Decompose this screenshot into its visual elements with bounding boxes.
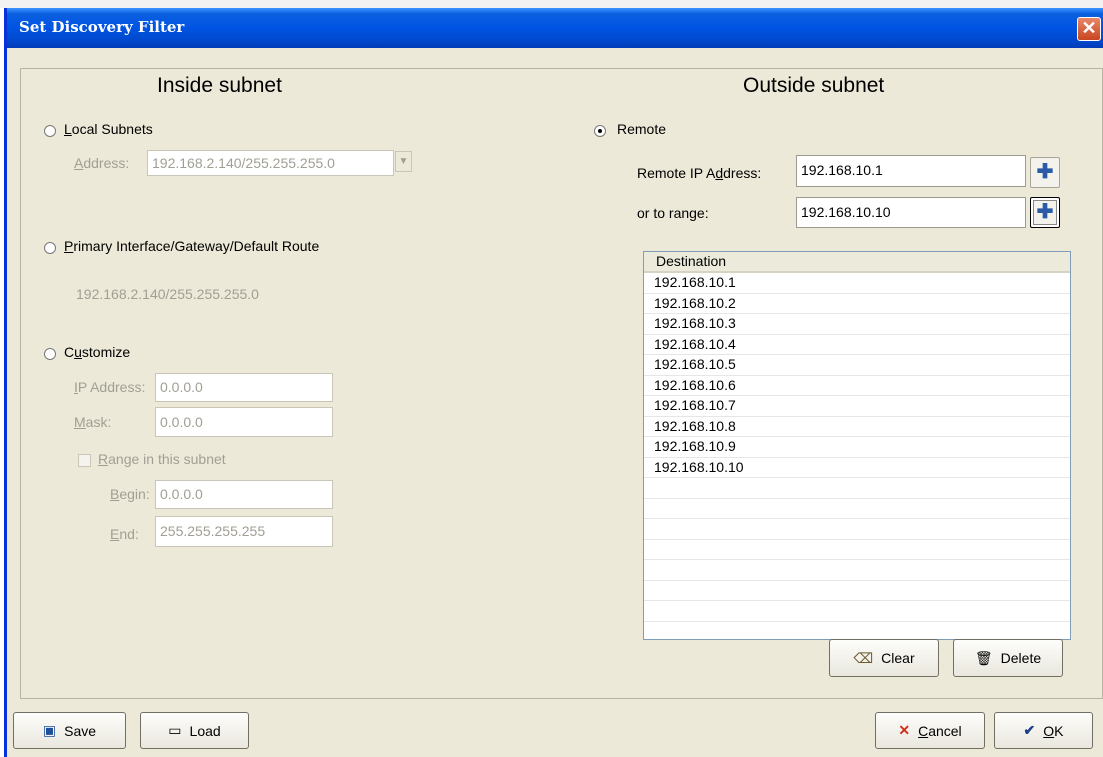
list-item[interactable]: [644, 519, 1070, 540]
destination-list[interactable]: Destination 192.168.10.1 192.168.10.2 192.…: [643, 251, 1071, 640]
ok-label: OK: [1043, 722, 1064, 739]
range-value: 192.168.10.10: [801, 204, 891, 220]
primary-interface-info: 192.168.2.140/255.255.255.0: [76, 286, 259, 302]
range-in-subnet-checkbox[interactable]: [78, 454, 91, 467]
address-select-value: 192.168.2.140/255.255.255.0: [152, 155, 335, 171]
begin-field[interactable]: 0.0.0.0: [155, 480, 333, 509]
range-field[interactable]: 192.168.10.10: [796, 197, 1026, 228]
remote-ip-label: Remote IP Address:: [637, 165, 762, 181]
mask-field[interactable]: 0.0.0.0: [155, 407, 333, 437]
floppy-disk-icon: ▣: [42, 722, 57, 738]
primary-interface-radio[interactable]: [44, 242, 56, 254]
destination-rows: 192.168.10.1 192.168.10.2 192.168.10.3 192.…: [644, 273, 1070, 640]
trash-icon: 🗑: [974, 649, 993, 666]
remote-radio[interactable]: [594, 125, 606, 137]
delete-label: Delete: [1000, 650, 1042, 666]
window-title: Set Discovery Filter: [19, 18, 185, 36]
cancel-label: Cancel: [918, 722, 962, 739]
save-button[interactable]: ▣ Save: [13, 712, 126, 749]
list-item[interactable]: 192.168.10.6: [644, 376, 1070, 396]
ip-address-label: IP Address:: [74, 379, 146, 395]
list-item[interactable]: [644, 601, 1070, 622]
inside-subnet-heading: Inside subnet: [157, 74, 282, 97]
list-item[interactable]: [644, 560, 1070, 581]
cross-icon: ✕: [898, 722, 911, 738]
ip-address-field[interactable]: 0.0.0.0: [155, 373, 333, 402]
dialog-window: Set Discovery Filter ✕ Inside subnet Loc…: [4, 8, 1103, 757]
add-ip-button[interactable]: ✚: [1030, 157, 1060, 188]
clear-button[interactable]: ⌫ Clear: [829, 639, 939, 677]
remote-label[interactable]: Remote: [617, 121, 666, 137]
plus-icon: ✚: [1036, 201, 1054, 223]
load-button[interactable]: ▭ Load: [140, 712, 249, 749]
close-button[interactable]: ✕: [1077, 17, 1101, 41]
primary-interface-label[interactable]: Primary Interface/Gateway/Default Route: [64, 238, 319, 254]
list-item[interactable]: 192.168.10.10: [644, 458, 1070, 478]
remote-ip-field[interactable]: 192.168.10.1: [796, 155, 1026, 187]
mask-label: Mask:: [74, 414, 112, 430]
delete-button[interactable]: 🗑 Delete: [953, 639, 1063, 677]
mask-value: 0.0.0.0: [160, 414, 203, 430]
add-range-button[interactable]: ✚: [1030, 197, 1060, 228]
list-item[interactable]: 192.168.10.3: [644, 314, 1070, 335]
ok-button[interactable]: ✔ OK: [994, 712, 1093, 749]
list-item[interactable]: 192.168.10.9: [644, 437, 1070, 458]
remote-ip-value: 192.168.10.1: [801, 162, 883, 178]
list-item[interactable]: 192.168.10.2: [644, 294, 1070, 314]
end-field[interactable]: 255.255.255.255: [155, 516, 333, 547]
local-subnets-radio[interactable]: [44, 125, 56, 137]
range-in-subnet-label[interactable]: Range in this subnet: [98, 451, 226, 467]
outside-subnet-heading: Outside subnet: [743, 74, 885, 97]
clear-label: Clear: [881, 650, 915, 666]
load-label: Load: [189, 722, 221, 739]
plus-icon: ✚: [1036, 161, 1054, 183]
list-item[interactable]: 192.168.10.8: [644, 417, 1070, 437]
list-item[interactable]: 192.168.10.4: [644, 335, 1070, 355]
local-subnets-label[interactable]: Local Subnets: [64, 121, 153, 137]
list-item[interactable]: [644, 499, 1070, 519]
ip-address-value: 0.0.0.0: [160, 379, 203, 395]
list-item[interactable]: [644, 622, 1070, 640]
list-item[interactable]: [644, 540, 1070, 560]
close-icon: ✕: [1081, 18, 1097, 38]
broom-icon: ⌫: [853, 649, 874, 666]
destination-column-header[interactable]: Destination: [644, 252, 1070, 273]
list-item[interactable]: 192.168.10.5: [644, 355, 1070, 376]
background-strip: [0, 0, 1103, 8]
list-item[interactable]: 192.168.10.7: [644, 396, 1070, 417]
list-item[interactable]: [644, 478, 1070, 499]
begin-value: 0.0.0.0: [160, 486, 203, 502]
customize-radio[interactable]: [44, 348, 56, 360]
list-item[interactable]: [644, 581, 1070, 601]
end-label: End:: [110, 526, 139, 542]
folder-open-icon: ▭: [168, 722, 182, 738]
checkmark-icon: ✔: [1023, 722, 1036, 738]
title-bar[interactable]: Set Discovery Filter ✕: [7, 8, 1103, 48]
chevron-down-icon[interactable]: ▼: [395, 151, 412, 172]
range-label: or to range:: [637, 205, 709, 221]
save-label: Save: [64, 722, 97, 739]
cancel-button[interactable]: ✕ Cancel: [875, 712, 985, 749]
begin-label: Begin:: [110, 486, 150, 502]
list-item[interactable]: 192.168.10.1: [644, 273, 1070, 294]
address-select[interactable]: 192.168.2.140/255.255.255.0: [147, 150, 394, 176]
end-value: 255.255.255.255: [160, 523, 266, 539]
customize-label[interactable]: Customize: [64, 344, 130, 360]
address-label: Address:: [74, 155, 130, 171]
